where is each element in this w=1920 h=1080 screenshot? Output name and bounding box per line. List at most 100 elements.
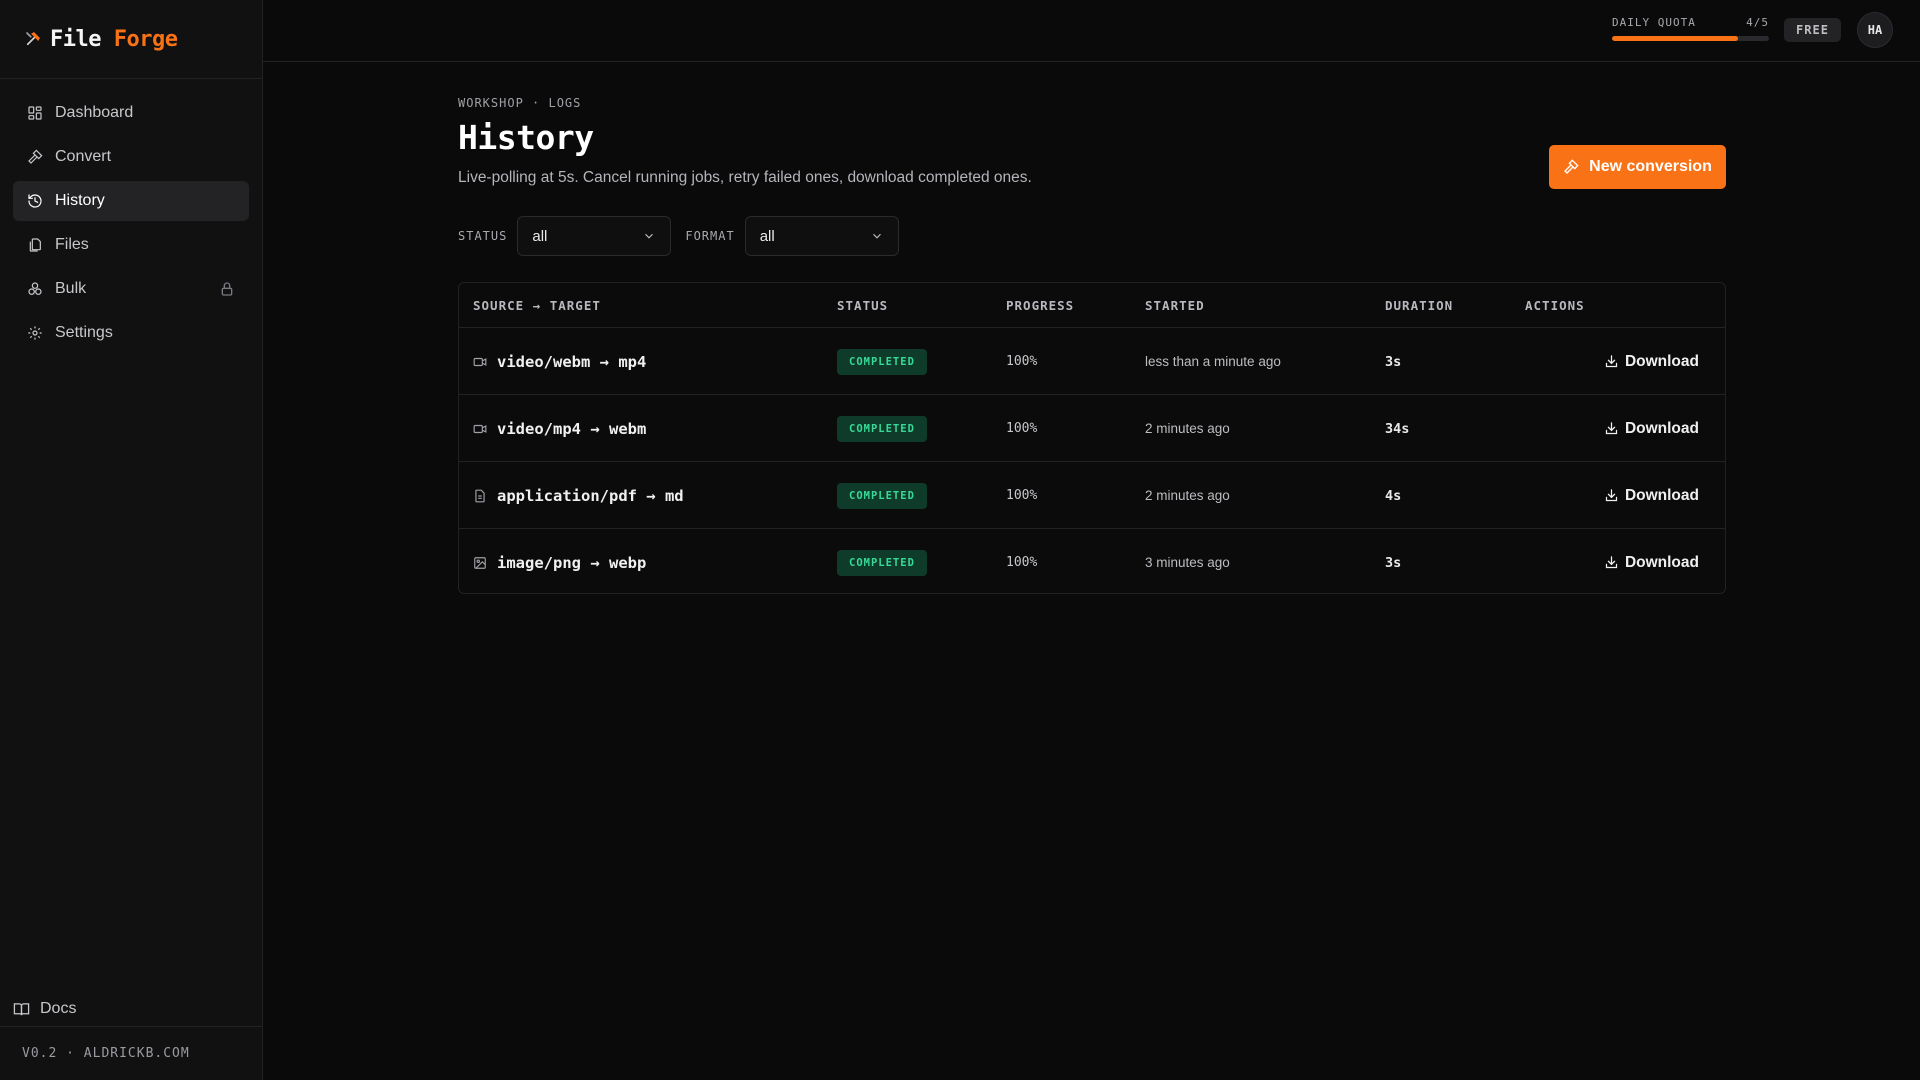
table-row: application/pdf → md COMPLETED 100% 2 mi… xyxy=(459,462,1725,529)
sidebar-item-history[interactable]: History xyxy=(13,181,249,221)
status-cell: COMPLETED xyxy=(837,529,927,593)
image-icon xyxy=(474,556,486,569)
plan-badge: FREE xyxy=(1784,18,1841,42)
filters-bar: STATUS all FORMAT all xyxy=(458,216,913,256)
topbar: DAILY QUOTA 4/5 FREE HA xyxy=(263,0,1920,62)
header-started[interactable]: STARTED xyxy=(1145,283,1205,328)
status-cell: COMPLETED xyxy=(837,328,927,395)
download-button[interactable]: Download xyxy=(1604,462,1699,529)
header-status[interactable]: STATUS xyxy=(837,283,888,328)
status-cell: COMPLETED xyxy=(837,395,927,462)
page-subtitle: Live-polling at 5s. Cancel running jobs,… xyxy=(458,169,1032,186)
header-source-target[interactable]: SOURCE → TARGET xyxy=(473,283,601,328)
sidebar-item-bulk[interactable]: Bulk xyxy=(13,269,249,309)
status-badge: COMPLETED xyxy=(837,549,927,576)
sidebar-item-files[interactable]: Files xyxy=(13,225,249,265)
brand-name: File Forge xyxy=(50,26,178,52)
hammer-icon xyxy=(1564,159,1579,174)
download-button[interactable]: Download xyxy=(1604,529,1699,593)
chevron-down-icon xyxy=(872,233,881,239)
sidebar-item-dashboard[interactable]: Dashboard xyxy=(13,93,249,133)
quota-label: DAILY QUOTA xyxy=(1612,16,1696,29)
brand[interactable]: File Forge xyxy=(0,0,262,79)
quota-progress-bar xyxy=(1612,36,1769,41)
status-filter-label: STATUS xyxy=(458,229,508,243)
docs-link[interactable]: Docs xyxy=(13,994,76,1024)
sidebar-nav: Dashboard Convert History Files Bulk Set… xyxy=(0,79,262,353)
new-conversion-label: New conversion xyxy=(1589,158,1712,175)
download-label: Download xyxy=(1624,486,1699,504)
progress-cell: 100% xyxy=(1006,488,1038,503)
status-badge: COMPLETED xyxy=(837,348,927,375)
header-duration[interactable]: DURATION xyxy=(1385,283,1453,328)
document-icon xyxy=(475,489,485,502)
download-button[interactable]: Download xyxy=(1604,328,1699,395)
table-row: video/webm → mp4 COMPLETED 100% less tha… xyxy=(459,328,1725,395)
download-label: Download xyxy=(1624,419,1699,437)
sidebar-item-convert[interactable]: Convert xyxy=(13,137,249,177)
table-row: image/png → webp COMPLETED 100% 3 minute… xyxy=(459,529,1725,593)
status-badge: COMPLETED xyxy=(837,482,927,509)
sidebar-item-label: Dashboard xyxy=(55,104,134,121)
hammer-icon xyxy=(28,149,43,164)
download-button[interactable]: Download xyxy=(1604,395,1699,462)
table-row: video/mp4 → webm COMPLETED 100% 2 minute… xyxy=(459,395,1725,462)
progress-cell: 100% xyxy=(1006,421,1038,436)
conversion-cell: video/mp4 → webm xyxy=(473,395,646,462)
version-footer: V0.2 · ALDRICKB.COM xyxy=(0,1026,262,1080)
page-title: History xyxy=(458,118,594,157)
conversion-label: image/png → webp xyxy=(497,553,647,572)
chevron-down-icon xyxy=(645,233,654,239)
video-icon xyxy=(473,424,487,433)
format-filter-value: all xyxy=(759,227,775,245)
progress-cell: 100% xyxy=(1006,354,1038,369)
avatar[interactable]: HA xyxy=(1857,12,1893,48)
lock-icon xyxy=(221,282,233,296)
conversion-cell: image/png → webp xyxy=(473,529,647,593)
gear-icon xyxy=(28,326,42,340)
sidebar-item-label: Bulk xyxy=(55,280,87,297)
conversion-cell: application/pdf → md xyxy=(473,462,684,529)
grid-icon xyxy=(28,106,42,120)
duration-cell: 3s xyxy=(1385,554,1402,571)
header-actions: ACTIONS xyxy=(1525,298,1585,313)
started-cell: 2 minutes ago xyxy=(1145,488,1230,503)
download-label: Download xyxy=(1624,352,1699,370)
sidebar-item-label: Settings xyxy=(55,324,113,341)
header-progress[interactable]: PROGRESS xyxy=(1006,283,1074,328)
daily-quota: DAILY QUOTA 4/5 xyxy=(1612,16,1769,41)
download-label: Download xyxy=(1624,553,1699,571)
duration-cell: 3s xyxy=(1385,353,1402,370)
new-conversion-button[interactable]: New conversion xyxy=(1549,145,1726,189)
quota-progress-fill xyxy=(1612,36,1738,41)
status-cell: COMPLETED xyxy=(837,462,927,529)
sidebar: File Forge Dashboard Convert History Fil… xyxy=(0,0,263,1080)
main-content: WORKSHOP · LOGS History Live-polling at … xyxy=(458,96,1726,594)
video-icon xyxy=(473,357,487,366)
status-filter-value: all xyxy=(532,227,548,245)
download-icon xyxy=(1605,355,1618,368)
conversion-cell: video/webm → mp4 xyxy=(473,328,646,395)
sidebar-item-label: Files xyxy=(55,236,89,253)
sidebar-item-label: Convert xyxy=(55,148,112,165)
table-header: SOURCE → TARGET STATUS PROGRESS STARTED … xyxy=(459,283,1725,328)
format-filter-select[interactable]: all xyxy=(744,216,899,256)
files-icon xyxy=(29,238,41,252)
history-table: SOURCE → TARGET STATUS PROGRESS STARTED … xyxy=(458,282,1726,594)
sidebar-item-settings[interactable]: Settings xyxy=(13,313,249,353)
boxes-icon xyxy=(28,282,42,295)
quota-value: 4/5 xyxy=(1746,16,1769,29)
history-icon xyxy=(28,194,42,208)
status-filter-select[interactable]: all xyxy=(517,216,672,256)
conversion-label: video/mp4 → webm xyxy=(497,419,647,438)
docs-label: Docs xyxy=(40,1000,77,1017)
status-badge: COMPLETED xyxy=(837,415,927,442)
duration-cell: 34s xyxy=(1385,420,1410,437)
hammer-logo-icon xyxy=(26,32,40,46)
breadcrumb: WORKSHOP · LOGS xyxy=(458,96,582,110)
progress-cell: 100% xyxy=(1006,555,1038,570)
started-cell: 2 minutes ago xyxy=(1145,421,1230,436)
download-icon xyxy=(1605,422,1618,435)
sidebar-item-label: History xyxy=(55,192,105,209)
started-cell: 3 minutes ago xyxy=(1145,555,1230,570)
